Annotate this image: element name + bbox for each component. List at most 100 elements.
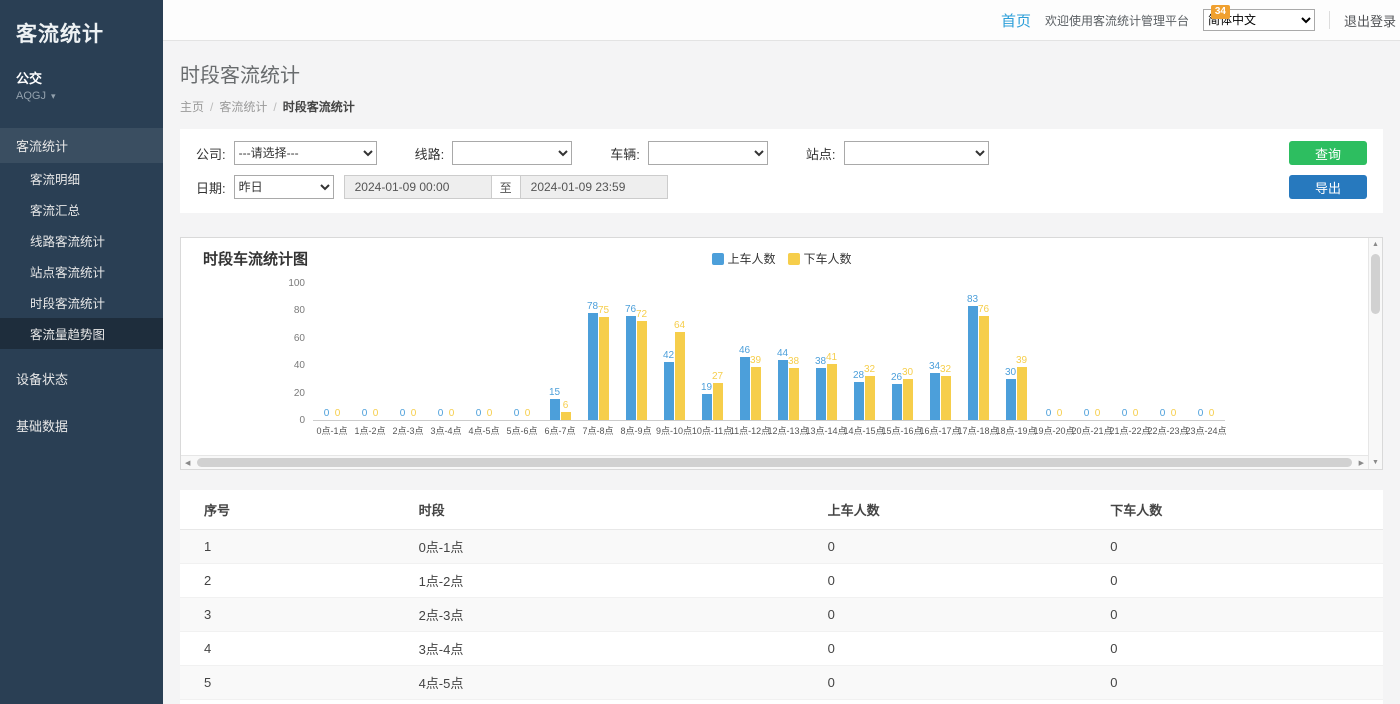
bar-group: 463911点-12点 (731, 284, 769, 438)
bar (865, 376, 875, 420)
table-header-cell: 时段 (409, 490, 818, 530)
bar-value-label: 0 (449, 408, 455, 419)
bar-value-label: 30 (902, 367, 913, 378)
y-axis-tick: 60 (294, 333, 305, 344)
bar (740, 357, 750, 420)
sidebar-item-客流统计[interactable]: 客流统计 (0, 128, 163, 163)
sidebar-item-站点客流统计[interactable]: 站点客流统计 (0, 256, 163, 287)
sidebar-item-客流明细[interactable]: 客流明细 (0, 163, 163, 194)
bar-value-label: 0 (362, 408, 368, 419)
horizontal-scrollbar: ◀ ▶ (181, 455, 1368, 469)
data-table: 序号时段上车人数下车人数 10点-1点0021点-2点0032点-3点0043点… (180, 490, 1383, 704)
export-button[interactable]: 导出 (1289, 175, 1367, 199)
line-select[interactable] (452, 141, 572, 165)
bar-value-label: 38 (788, 356, 799, 367)
bar-wrap: 39 (1017, 355, 1027, 420)
vehicle-select[interactable] (648, 141, 768, 165)
x-axis-label: 2点-3点 (389, 424, 427, 438)
org-selector[interactable]: AQGJ ▾ (0, 87, 163, 102)
bar-value-label: 27 (712, 371, 723, 382)
bar (892, 384, 902, 420)
bar-wrap: 0 (398, 408, 408, 420)
bar-group: 42649点-10点 (655, 284, 693, 438)
legend-label: 上车人数 (727, 250, 775, 267)
bar-group: 283214点-15点 (845, 284, 883, 438)
bar-wrap: 64 (675, 320, 685, 420)
logout-link[interactable]: 退出登录 (1344, 11, 1396, 30)
table-row: 32点-3点00 (180, 598, 1383, 632)
bar-value-label: 34 (929, 361, 940, 372)
app-root: 客流统计 公交 AQGJ ▾ 客流统计客流明细客流汇总线路客流统计站点客流统计时… (0, 0, 1400, 704)
bar-value-label: 32 (864, 364, 875, 375)
bar-value-label: 76 (978, 304, 989, 315)
sidebar-item-时段客流统计[interactable]: 时段客流统计 (0, 287, 163, 318)
bar-value-label: 44 (777, 348, 788, 359)
sidebar-item-基础数据[interactable]: 基础数据 (0, 408, 163, 443)
bar-wrap: 41 (827, 352, 837, 420)
query-button[interactable]: 查询 (1289, 141, 1367, 165)
table-cell: 0 (818, 700, 1101, 704)
station-label: 站点: (806, 144, 836, 163)
chart-plot-scroll: 000点-1点001点-2点002点-3点003点-4点004点-5点005点-… (313, 284, 1368, 438)
x-axis-label: 0点-1点 (313, 424, 351, 438)
bar-group: 0020点-21点 (1073, 284, 1111, 438)
legend-item[interactable]: 上车人数 (711, 250, 775, 267)
scroll-right-icon[interactable]: ▶ (1359, 459, 1364, 467)
bar-value-label: 0 (1209, 408, 1215, 419)
company-select[interactable]: ---请选择--- (234, 141, 377, 165)
bar-wrap: 0 (447, 408, 457, 420)
vehicle-filter: 车辆: (610, 141, 768, 165)
scroll-down-icon[interactable]: ▼ (1369, 459, 1382, 466)
bar-wrap: 0 (322, 408, 332, 420)
bar-group: 0021点-22点 (1111, 284, 1149, 438)
bar-value-label: 42 (663, 350, 674, 361)
date-start-input[interactable] (344, 175, 492, 199)
bar-pair: 3841 (807, 284, 845, 421)
bar-value-label: 0 (1095, 408, 1101, 419)
horizontal-scrollbar-thumb[interactable] (197, 458, 1352, 467)
bar-group: 76728点-9点 (617, 284, 655, 438)
bar-value-label: 0 (335, 408, 341, 419)
filter-row-selectors: 公司: ---请选择--- 线路: 车辆: (196, 141, 1367, 165)
table-cell: 0 (818, 598, 1101, 632)
bar-group: 837617点-18点 (959, 284, 997, 438)
scroll-left-icon[interactable]: ◀ (185, 459, 190, 467)
bar-value-label: 38 (815, 356, 826, 367)
date-preset-select[interactable]: 昨日 (234, 175, 334, 199)
filter-row-date: 日期: 昨日 至 (196, 175, 1367, 199)
bar-wrap: 72 (637, 309, 647, 420)
bar-group: 003点-4点 (427, 284, 465, 438)
scroll-up-icon[interactable]: ▲ (1369, 241, 1382, 248)
home-link[interactable]: 首页 (1001, 10, 1031, 31)
legend-item[interactable]: 下车人数 (788, 250, 852, 267)
bar-wrap: 19 (702, 382, 712, 420)
date-end-input[interactable] (520, 175, 668, 199)
sidebar-item-客流汇总[interactable]: 客流汇总 (0, 194, 163, 225)
bar-value-label: 6 (563, 400, 569, 411)
station-select[interactable] (844, 141, 989, 165)
bar-wrap: 46 (740, 345, 750, 420)
sidebar-item-线路客流统计[interactable]: 线路客流统计 (0, 225, 163, 256)
page-title: 时段客流统计 (180, 59, 1383, 88)
table-cell: 1 (180, 530, 409, 564)
breadcrumb-item[interactable]: 客流统计 (219, 100, 267, 114)
bar-value-label: 0 (514, 408, 520, 419)
company-label: 公司: (196, 144, 226, 163)
bar-pair: 00 (1149, 284, 1187, 421)
bar (778, 360, 788, 420)
sidebar-item-客流量趋势图[interactable]: 客流量趋势图 (0, 318, 163, 349)
bar (903, 379, 913, 420)
sidebar-item-设备状态[interactable]: 设备状态 (0, 361, 163, 396)
bar-wrap: 83 (968, 294, 978, 420)
bar-value-label: 83 (967, 294, 978, 305)
bar-wrap: 0 (409, 408, 419, 420)
vertical-scrollbar-thumb[interactable] (1371, 254, 1380, 314)
bar-wrap: 0 (1207, 408, 1217, 420)
bar-pair: 00 (313, 284, 351, 421)
org-name: 公交 (0, 54, 163, 87)
x-axis-label: 19点-20点 (1035, 424, 1073, 438)
breadcrumb-item[interactable]: 主页 (180, 100, 204, 114)
bar-wrap: 26 (892, 372, 902, 420)
table-cell: 1点-2点 (409, 564, 818, 598)
bar (789, 368, 799, 420)
